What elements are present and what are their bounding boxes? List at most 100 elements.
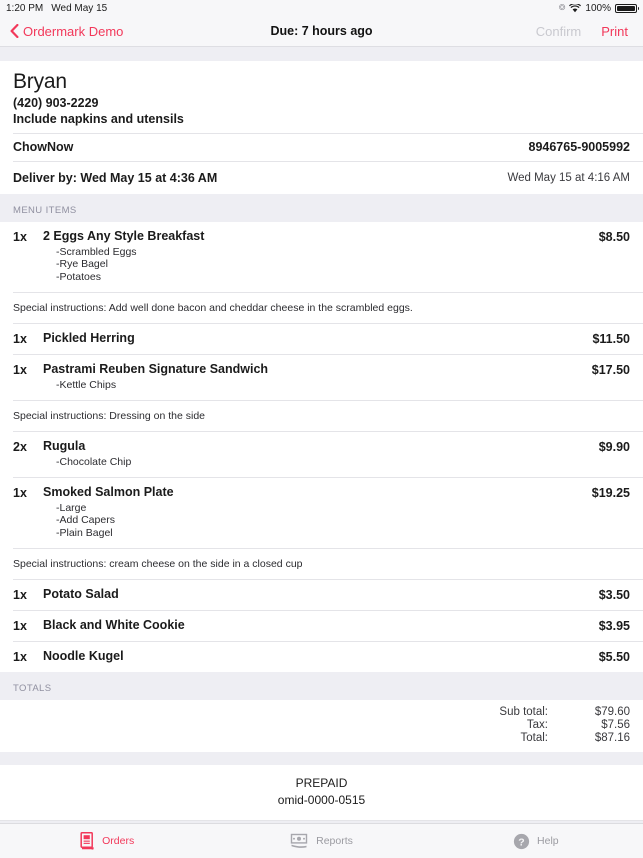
menu-item-row[interactable]: 1x Pickled Herring $11.50 [0, 324, 643, 354]
customer-note: Include napkins and utensils [13, 111, 184, 126]
menu-item-special-instructions: Special instructions: Dressing on the si… [13, 409, 206, 422]
menu-item-quantity: 1x [13, 618, 27, 633]
customer-name: Bryan [13, 70, 67, 93]
menu-item-row[interactable]: 1x Black and White Cookie $3.95 [0, 611, 643, 641]
menu-item-price: $17.50 [591, 362, 630, 377]
menu-item-special-instructions: Special instructions: Add well done baco… [13, 301, 413, 314]
tab-bar: Orders Reports ? Help [0, 823, 643, 858]
menu-item-modifiers: -Scrambled Eggs -Rye Bagel -Potatoes [43, 246, 599, 284]
back-button-label: Ordermark Demo [23, 23, 124, 39]
menu-item-name: Pastrami Reuben Signature Sandwich [43, 361, 269, 376]
receipt-icon [80, 832, 95, 850]
menu-item-modifier: -Kettle Chips [56, 378, 117, 391]
status-bar-time: 1:20 PM [6, 2, 44, 14]
menu-item-name: 2 Eggs Any Style Breakfast [43, 228, 205, 243]
menu-item-row[interactable]: 2x Rugula -Chocolate Chip $9.90 [0, 432, 643, 477]
battery-percent-label: 100% [585, 2, 611, 14]
menu-item-special-instructions: Special instructions: cream cheese on th… [13, 557, 303, 570]
menu-item-modifier: -Chocolate Chip [56, 455, 132, 468]
customer-phone: (420) 903-2229 [13, 95, 99, 110]
menu-item-modifier: -Add Capers [56, 514, 115, 527]
tab-reports[interactable]: Reports [214, 824, 428, 858]
status-bar-date: Wed May 15 [51, 2, 108, 14]
menu-item-modifiers: -Large -Add Capers -Plain Bagel [43, 502, 592, 540]
battery-full-icon [615, 3, 639, 13]
menu-items-list: 1x 2 Eggs Any Style Breakfast -Scrambled E… [0, 221, 643, 672]
confirm-button[interactable]: Confirm [536, 24, 582, 39]
totals-row-label: Total: [520, 731, 549, 744]
deliver-by: Deliver by: Wed May 15 at 4:36 AM [13, 170, 218, 185]
totals-grid: Sub total: $79.60 Tax: $7.56 Total: $87.16 [499, 706, 630, 744]
payment-status: PREPAID [295, 775, 348, 790]
svg-text:?: ? [518, 836, 524, 848]
menu-item-modifier: -Potatoes [56, 271, 101, 284]
menu-item-row[interactable]: 1x Smoked Salmon Plate -Large -Add Capers -P… [0, 478, 643, 548]
menu-item-price: $11.50 [592, 331, 630, 346]
menu-item-quantity: 2x [13, 439, 27, 454]
menu-item-modifier: -Plain Bagel [56, 527, 113, 540]
menu-item-modifiers: -Chocolate Chip [43, 456, 599, 469]
wifi-icon [569, 3, 582, 13]
menu-item-quantity: 1x [13, 485, 27, 500]
menu-item-modifier: -Scrambled Eggs [56, 245, 137, 258]
menu-item-name: Noodle Kugel [43, 648, 124, 663]
back-button[interactable]: Ordermark Demo [0, 24, 123, 39]
order-info-card: Bryan (420) 903-2229 Include napkins and… [0, 61, 643, 194]
tab-reports-label: Reports [316, 835, 353, 847]
print-button[interactable]: Print [601, 24, 628, 39]
menu-item-name: Potato Salad [43, 586, 119, 601]
menu-item-quantity: 1x [13, 362, 27, 377]
money-icon [290, 833, 309, 849]
menu-item-name: Rugula [43, 438, 86, 453]
payment-card: PREPAID omid-0000-0515 [0, 764, 643, 820]
menu-item-name: Smoked Salmon Plate [43, 484, 174, 499]
menu-item-price: $8.50 [598, 229, 630, 244]
menu-item-name: Black and White Cookie [43, 617, 185, 632]
totals-row-value: $79.60 [594, 705, 630, 718]
navigation-bar: Ordermark Demo Due: 7 hours ago Confirm … [0, 16, 643, 47]
menu-items-section-header: MENU ITEMS [0, 193, 643, 222]
menu-item-row[interactable]: 1x Noodle Kugel $5.50 [0, 642, 643, 672]
tab-orders[interactable]: Orders [0, 824, 214, 858]
totals-row-value: $7.56 [601, 718, 630, 731]
totals-row-label: Tax: [526, 718, 548, 731]
question-circle-icon: ? [513, 833, 530, 850]
payment-reference: omid-0000-0515 [277, 792, 366, 807]
menu-item-row[interactable]: 1x 2 Eggs Any Style Breakfast -Scrambled E… [0, 222, 643, 292]
section-spacer [0, 751, 643, 765]
menu-item-price: $3.95 [598, 618, 630, 633]
menu-item-name: Pickled Herring [43, 330, 135, 345]
order-source-row: ChowNow 8946765-9005992 [0, 134, 643, 161]
menu-item-modifiers: -Kettle Chips [43, 379, 592, 392]
menu-item-row[interactable]: 1x Potato Salad $3.50 [0, 580, 643, 610]
tab-help-label: Help [537, 835, 559, 847]
order-detail-scroll[interactable]: Bryan (420) 903-2229 Include napkins and… [0, 48, 643, 823]
ios-status-bar: 1:20 PM Wed May 15 ❂ 100% [0, 0, 643, 16]
top-spacer [0, 48, 643, 61]
customer-block: Bryan (420) 903-2229 Include napkins and… [0, 61, 643, 133]
menu-item-modifier: -Large [56, 501, 87, 514]
totals-row-label: Sub total: [499, 705, 548, 718]
menu-item-quantity: 1x [13, 587, 27, 602]
menu-item-modifier: -Rye Bagel [56, 258, 108, 271]
menu-item-quantity: 1x [13, 649, 27, 664]
menu-item-row[interactable]: 1x Pastrami Reuben Signature Sandwich -Ket… [0, 355, 643, 400]
menu-item-price: $19.25 [591, 485, 630, 500]
menu-item-price: $3.50 [598, 587, 630, 602]
order-source: ChowNow [13, 139, 74, 154]
tab-help[interactable]: ? Help [429, 824, 643, 858]
bluetooth-icon: ❂ [558, 3, 566, 12]
menu-item-price: $9.90 [598, 439, 630, 454]
totals-card: Sub total: $79.60 Tax: $7.56 Total: $87.16 [0, 699, 643, 752]
received-at: Wed May 15 at 4:16 AM [507, 171, 630, 184]
delivery-time-row: Deliver by: Wed May 15 at 4:36 AM Wed Ma… [0, 162, 643, 194]
menu-item-price: $5.50 [598, 649, 630, 664]
menu-item-quantity: 1x [13, 331, 27, 346]
menu-item-quantity: 1x [13, 229, 27, 244]
totals-row-value: $87.16 [594, 731, 630, 744]
totals-section-header: TOTALS [0, 671, 643, 700]
order-number: 8946765-9005992 [528, 139, 631, 154]
order-detail-screen: 1:20 PM Wed May 15 ❂ 100% Ordermark Demo… [0, 0, 643, 858]
chevron-left-icon [10, 23, 19, 39]
tab-orders-label: Orders [102, 835, 135, 847]
